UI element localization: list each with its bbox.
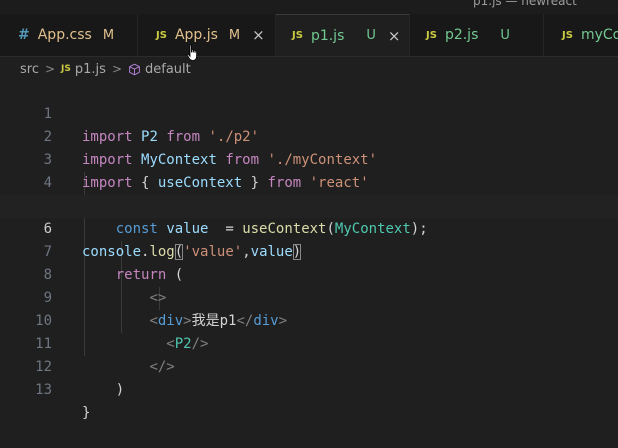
js-file-icon: JS bbox=[562, 29, 573, 41]
close-icon[interactable]: × bbox=[252, 26, 265, 44]
code-line: 9 <div>我是p1</div> bbox=[0, 264, 618, 329]
git-status-badge: U bbox=[366, 28, 376, 43]
breadcrumb-file[interactable]: p1.js bbox=[75, 62, 106, 77]
js-file-icon: JS bbox=[156, 29, 167, 41]
git-status-badge: U bbox=[500, 27, 510, 43]
tab-app-js[interactable]: JS App.js M × bbox=[138, 14, 276, 56]
tab-app-css[interactable]: # App.css M bbox=[0, 14, 138, 56]
tab-p2-js[interactable]: JS p2.js U bbox=[410, 14, 544, 56]
code-line: 5 const value = useContext(MyContext); bbox=[0, 172, 618, 237]
tab-label: p2.js bbox=[444, 27, 479, 43]
git-status-badge: M bbox=[102, 27, 115, 43]
code-line: 10 <P2/> bbox=[0, 287, 618, 352]
line-number: 13 bbox=[35, 382, 52, 398]
breadcrumb-folder[interactable]: src bbox=[20, 62, 39, 77]
code-editor[interactable]: 1 import P2 from './p2' 2 import MyConte… bbox=[0, 80, 618, 423]
tab-label: App.js bbox=[174, 27, 218, 43]
js-file-icon: JS bbox=[61, 64, 71, 74]
line-code: ) bbox=[82, 382, 125, 398]
code-line: 7 return ( bbox=[0, 218, 618, 283]
js-file-icon: JS bbox=[292, 30, 303, 41]
code-line: 1 import P2 from './p2' bbox=[0, 80, 618, 145]
tab-label: App.css bbox=[37, 27, 92, 43]
git-status-badge: M bbox=[228, 27, 241, 43]
code-line: 2 import MyContext from './myContext' bbox=[0, 103, 618, 168]
code-line: 11 </> bbox=[0, 310, 618, 375]
tab-label: p1.js bbox=[310, 27, 345, 44]
code-line: 4 export default ()=>{ bbox=[0, 149, 618, 214]
css-file-icon: # bbox=[18, 27, 30, 43]
code-line-current: 6 console.log('value',value) bbox=[0, 195, 618, 260]
js-file-icon: JS bbox=[426, 29, 437, 41]
tab-label: myCo bbox=[580, 27, 618, 43]
code-line: 13 } bbox=[0, 356, 618, 421]
chevron-right-icon: > bbox=[111, 62, 122, 76]
code-line: 3 import { useContext } from 'react' bbox=[0, 126, 618, 191]
editor-tab-bar: # App.css M JS App.js M × JS p1.js U × J… bbox=[0, 14, 618, 57]
code-line: 12 ) bbox=[0, 333, 618, 398]
tab-mycontext-js[interactable]: JS myCo bbox=[544, 14, 618, 56]
window-titlebar: p1.js — newreact bbox=[0, 0, 618, 14]
breadcrumb: src > JS p1.js > default bbox=[20, 58, 191, 80]
symbol-cube-icon bbox=[129, 63, 140, 75]
window-title: p1.js — newreact bbox=[473, 0, 577, 8]
tab-p1-js[interactable]: JS p1.js U × bbox=[276, 14, 410, 56]
chevron-right-icon: > bbox=[44, 62, 56, 76]
line-code: } bbox=[82, 405, 91, 421]
close-icon[interactable]: × bbox=[388, 27, 401, 45]
breadcrumb-symbol[interactable]: default bbox=[145, 62, 191, 77]
code-line: 8 <> bbox=[0, 241, 618, 306]
